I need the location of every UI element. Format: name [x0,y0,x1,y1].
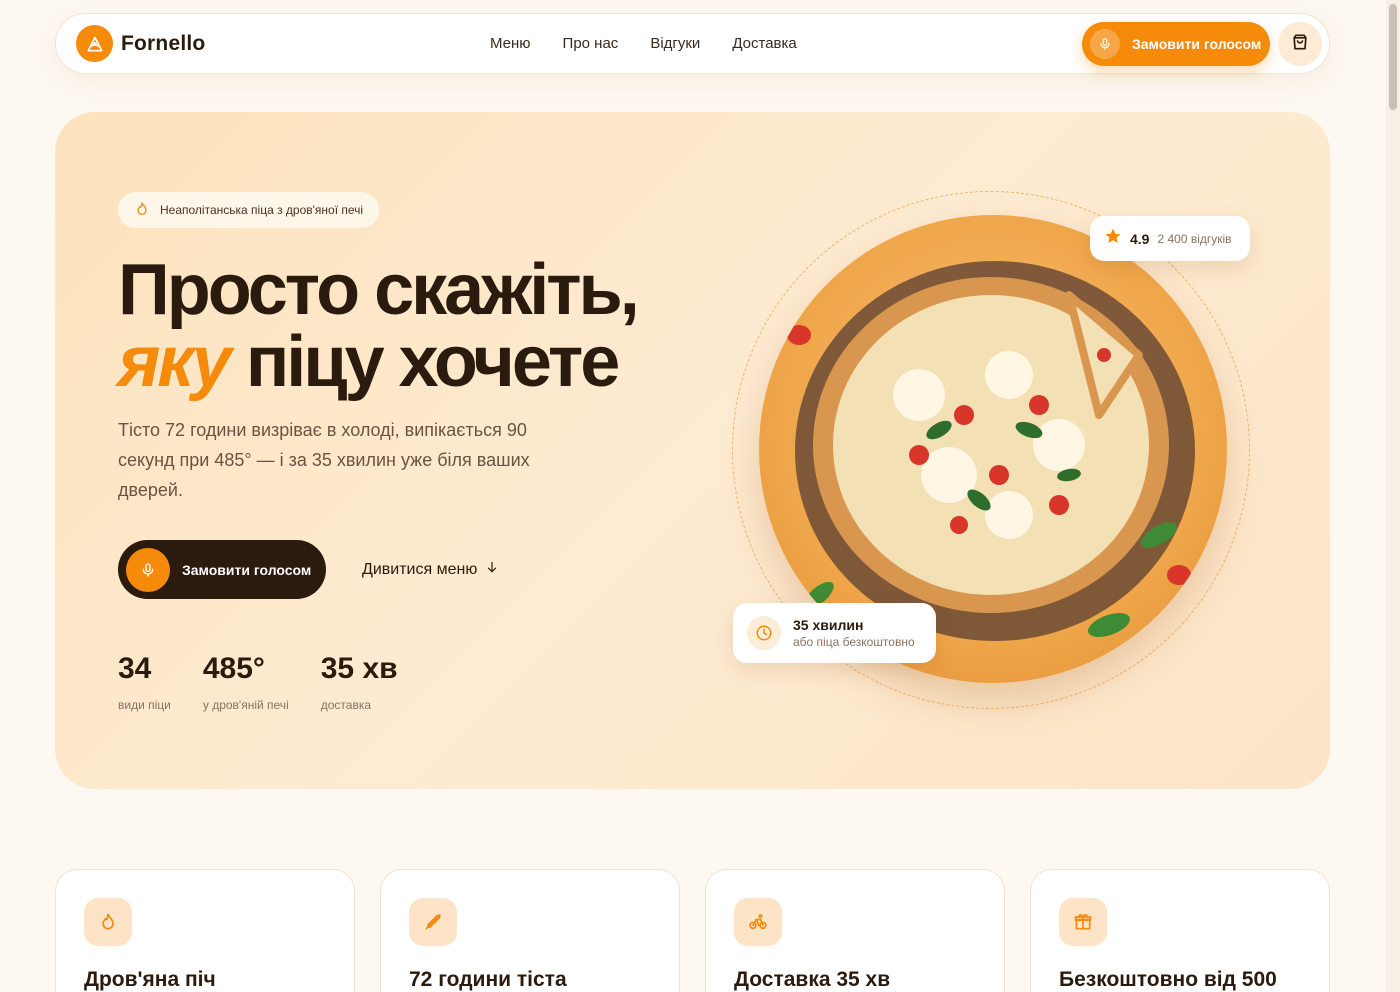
hero-voice-order-button[interactable]: Замовити голосом [118,540,326,599]
hero-stats: 34 види піци 485° у дров'яній печі 35 хв… [118,652,398,712]
page-scrollbar[interactable] [1386,0,1400,992]
hero-section: Неаполітанська піца з дров'яної печі Про… [55,112,1330,789]
brand-logo[interactable]: Fornello [76,25,205,62]
stat-value: 34 [118,652,152,685]
pizza-slice-icon [76,25,113,62]
rating-value: 4.9 [1130,230,1150,247]
hero-title-accent: яку [118,322,232,402]
rating-card: 4.9 2 400 відгуків [1090,216,1250,261]
delivery-time-card: 35 хвилин або піца безкоштовно [733,603,936,663]
cart-button[interactable] [1278,22,1322,66]
hero-title-line2: піцу хочете [228,322,620,402]
scrollbar-thumb[interactable] [1389,4,1397,110]
microphone-icon [1090,29,1120,59]
feature-title: Безкоштовно від 500 [1059,968,1277,991]
hero-description: Тісто 72 години визріває в холоді, випік… [118,420,530,500]
feature-title: Дров'яна піч [84,968,216,991]
stat-label: доставка [320,698,372,712]
delivery-time-subtitle: або піца безкоштовно [793,635,915,649]
stat-item: 485° у дров'яній печі [203,652,289,712]
arrow-down-icon [485,560,499,579]
bike-icon [734,898,782,946]
feature-title: Доставка 35 хв [734,968,891,991]
feature-card: Доставка 35 хв [705,869,1005,992]
flame-icon [84,898,132,946]
stat-label: види піци [118,698,171,712]
feature-card: Безкоштовно від 500 [1030,869,1330,992]
nav-link-delivery[interactable]: Доставка [732,35,796,52]
view-menu-label: Дивитися меню [362,560,478,578]
voice-order-button[interactable]: Замовити голосом [1082,22,1270,66]
hero-title: Просто скажіть, яку піцу хочете [118,254,640,398]
brand-name: Fornello [121,31,206,55]
feature-card: Дров'яна піч [55,869,355,992]
nav-link-reviews[interactable]: Відгуки [650,35,700,52]
feature-card: 72 години тіста [380,869,680,992]
feature-title: 72 години тіста [409,968,567,991]
clock-icon [747,616,781,650]
stat-value: 485° [202,652,265,685]
microphone-icon [126,547,170,592]
delivery-time-text: 35 хвилин або піца безкоштовно [793,617,915,649]
site-header: Fornello Меню Про нас Відгуки Доставка З… [55,13,1330,74]
star-icon [1104,227,1122,250]
hero-badge-text: Неаполітанська піца з дров'яної печі [160,203,364,217]
view-menu-link[interactable]: Дивитися меню [362,560,499,579]
rating-count: 2 400 відгуків [1157,231,1232,246]
delivery-time-title: 35 хвилин [793,617,864,633]
hero-badge: Неаполітанська піца з дров'яної печі [118,192,380,228]
hero-voice-order-label: Замовити голосом [182,561,312,578]
nav-link-menu[interactable]: Меню [490,35,531,52]
hero-title-line1: Просто скажіть, [118,250,640,330]
stat-value: 35 хв [320,652,398,685]
wheat-icon [409,898,457,946]
voice-order-label: Замовити голосом [1132,36,1262,52]
gift-icon [1059,898,1107,946]
shopping-bag-icon [1290,32,1310,57]
main-nav: Меню Про нас Відгуки Доставка [490,35,797,52]
stat-label: у дров'яній печі [202,698,289,712]
stat-item: 34 види піци [118,652,171,712]
flame-icon [134,201,150,220]
stat-item: 35 хв доставка [321,652,398,712]
nav-link-about[interactable]: Про нас [563,35,619,52]
